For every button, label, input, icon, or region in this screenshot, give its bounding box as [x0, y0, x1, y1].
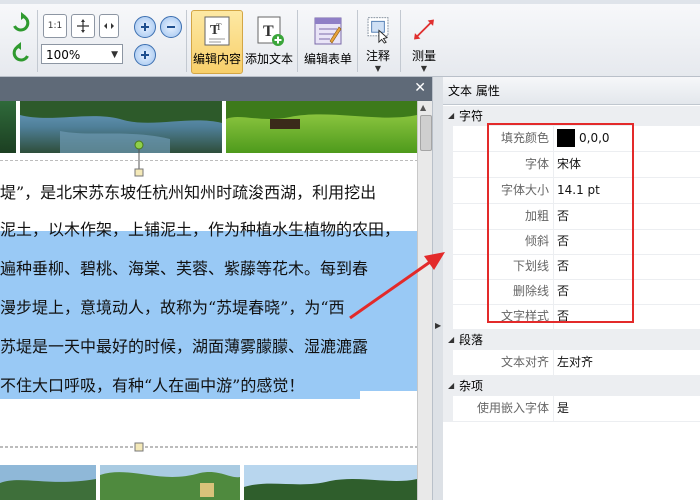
zoom-out-button[interactable] — [160, 16, 182, 38]
vertical-scrollbar[interactable]: ▲ — [417, 101, 433, 500]
scroll-up-icon[interactable]: ▲ — [420, 103, 426, 112]
toolbar-separator — [400, 10, 401, 72]
row-divider — [553, 350, 554, 375]
close-icon[interactable]: ✕ — [414, 80, 426, 96]
text-line[interactable]: 堤”，是北宋苏东坡任杭州知州时疏浚西湖，利用挖出 — [0, 180, 376, 206]
prop-value[interactable]: 左对齐 — [557, 350, 593, 375]
row-gutter — [443, 204, 453, 229]
text-line-selected[interactable]: 漫步堤上，意境动人，故称为“苏堤春晓”，为“西 — [0, 295, 345, 321]
textbox-bottom-border — [0, 442, 417, 452]
chevron-down-icon: ▼ — [374, 64, 382, 73]
fit-page-button[interactable] — [71, 14, 95, 38]
prop-value[interactable]: 是 — [557, 396, 569, 421]
zoom-in-search-button[interactable] — [134, 16, 156, 38]
toolbar: 1:1 100% ▼ T T 编辑内容 T 添加文本 编辑表单 注释 ▼ 测量 … — [0, 4, 700, 77]
row-gutter — [443, 304, 453, 329]
add-text-icon: T — [257, 16, 284, 46]
prop-row-embedded-font[interactable]: 使用嵌入字体 是 — [443, 396, 700, 422]
category-paragraph[interactable]: ◢ 段落 — [443, 330, 700, 350]
minus-icon — [167, 26, 175, 28]
fit-width-button[interactable] — [99, 14, 119, 38]
document-page[interactable]: 堤”，是北宋苏东坡任杭州知州时疏浚西湖，利用挖出 泥土，以木作架，上铺泥土，作为… — [0, 101, 417, 500]
prop-name: 使用嵌入字体 — [476, 401, 549, 415]
measure-button[interactable]: 测量 ▼ — [406, 10, 442, 74]
svg-text:T: T — [216, 22, 222, 32]
row-divider — [553, 396, 554, 421]
row-gutter — [443, 126, 453, 151]
measure-icon — [414, 19, 434, 40]
edit-content-label: 编辑内容 — [192, 52, 241, 66]
row-gutter — [443, 279, 453, 304]
measure-label: 测量 — [411, 49, 436, 63]
row-gutter — [443, 350, 453, 375]
prop-name: 文本对齐 — [500, 355, 549, 369]
page-photo-strip-top — [0, 101, 417, 161]
fit-page-icon — [77, 19, 89, 33]
panel-title: 文本 属性 — [443, 77, 700, 105]
annotate-button[interactable]: 注释 ▼ — [360, 10, 396, 74]
toolbar-separator — [186, 10, 187, 72]
toolbar-separator — [37, 10, 38, 72]
prop-row-text-align[interactable]: 文本对齐 左对齐 — [443, 350, 700, 376]
rotate-clockwise-icon[interactable] — [10, 12, 32, 34]
zoom-select[interactable]: 100% ▼ — [41, 44, 123, 64]
fit-width-icon — [104, 23, 114, 29]
add-text-label: 添加文本 — [244, 52, 293, 66]
page-photo-strip-bottom — [0, 465, 417, 500]
rotate-handle[interactable] — [133, 139, 145, 179]
category-label: 杂项 — [459, 379, 484, 393]
annotate-icon — [367, 17, 389, 44]
actual-size-button[interactable]: 1:1 — [43, 14, 67, 38]
row-gutter — [443, 254, 453, 279]
zoom-in-icon — [141, 23, 149, 31]
zoom-in-button[interactable] — [134, 44, 156, 66]
plus-icon — [141, 51, 149, 59]
category-label: 段落 — [459, 333, 484, 347]
annotate-label: 注释 — [365, 49, 390, 63]
text-line-selected[interactable]: 不住大口呼吸，有种“人在画中游”的感觉！ — [0, 373, 360, 399]
row-gutter — [443, 178, 453, 203]
collapse-panel-icon[interactable]: ▶ — [435, 321, 441, 330]
category-label: 字符 — [459, 109, 484, 123]
text-line-selected[interactable]: 遍种垂柳、碧桃、海棠、芙蓉、紫藤等花木。每到春 — [0, 256, 369, 282]
edit-form-button[interactable]: 编辑表单 — [301, 10, 355, 74]
row-gutter — [443, 229, 453, 254]
edit-form-label: 编辑表单 — [303, 52, 352, 66]
edit-form-icon — [314, 17, 342, 45]
text-line-selected[interactable]: 苏堤是一天中最好的时候，湖面薄雾朦朦、湿漉漉露 — [0, 334, 369, 360]
chevron-down-icon: ▼ — [420, 64, 428, 73]
add-text-button[interactable]: T 添加文本 — [243, 10, 295, 74]
category-misc[interactable]: ◢ 杂项 — [443, 376, 700, 396]
rotate-counterclockwise-icon[interactable] — [10, 42, 32, 64]
collapse-triangle-icon[interactable]: ◢ — [448, 376, 454, 396]
row-gutter — [443, 396, 453, 421]
collapse-triangle-icon[interactable]: ◢ — [448, 330, 454, 350]
svg-text:T: T — [263, 23, 274, 40]
text-line[interactable]: 泥土，以木作架，上铺泥土，作为种植水生植物的农田， — [0, 217, 400, 243]
document-area: ✕ 堤”，是北宋苏东坡任杭州知州时疏浚西湖，利用挖出 泥土，以木作架，上铺泥土，… — [0, 77, 433, 500]
toolbar-separator — [297, 10, 298, 72]
edit-content-icon: T T — [204, 16, 230, 46]
edit-content-button[interactable]: T T 编辑内容 — [191, 10, 243, 74]
document-tab-bar: ✕ — [0, 77, 432, 101]
zoom-value: 100% — [46, 48, 81, 62]
collapse-triangle-icon[interactable]: ◢ — [448, 106, 454, 126]
highlight-box — [487, 123, 634, 323]
row-gutter — [443, 152, 453, 177]
chevron-down-icon: ▼ — [111, 50, 118, 60]
toolbar-separator — [357, 10, 358, 72]
scrollbar-thumb[interactable] — [420, 115, 432, 151]
